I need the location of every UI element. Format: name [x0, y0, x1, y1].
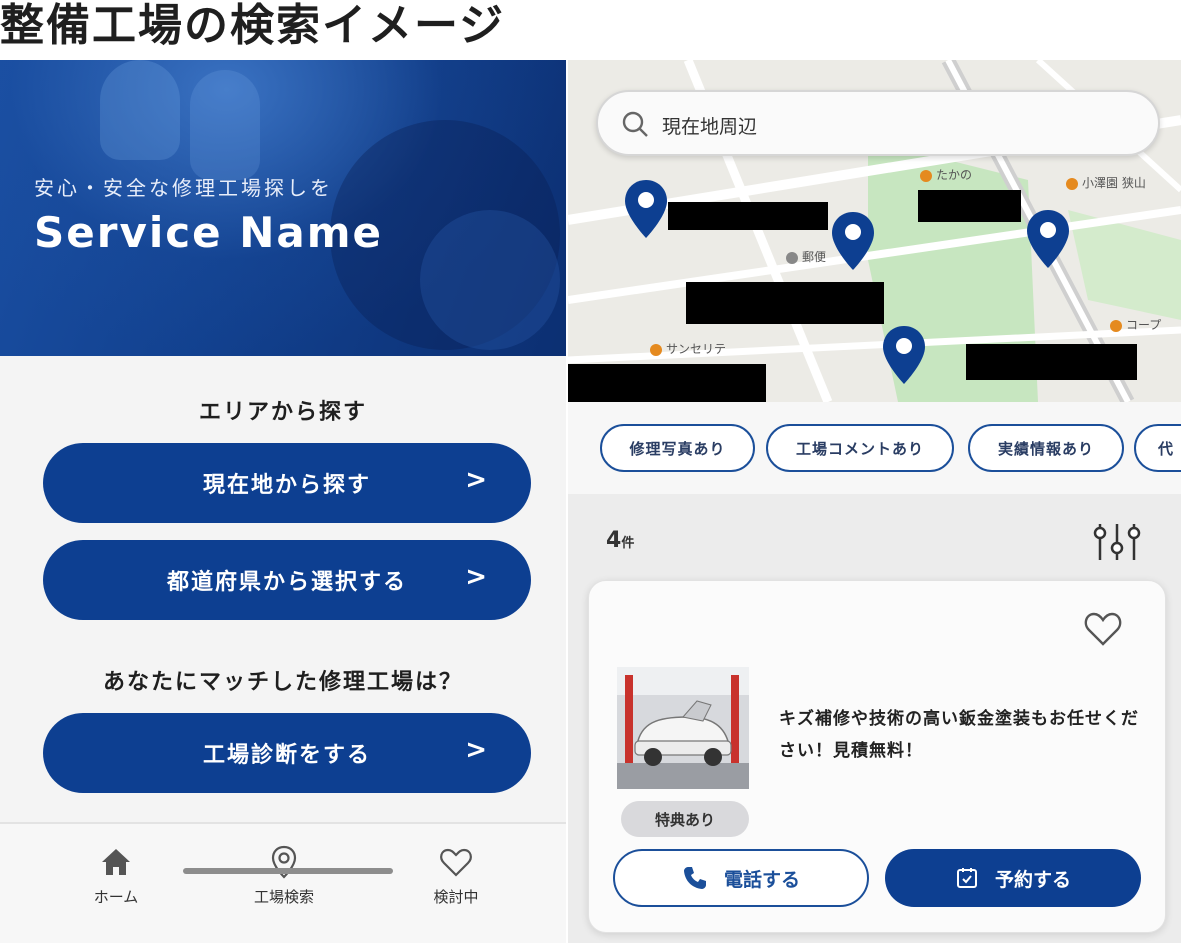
- map-pin-icon[interactable]: [622, 178, 670, 240]
- map-pin-icon[interactable]: [1024, 208, 1072, 270]
- button-label: 都道府県から選択する: [166, 570, 407, 595]
- chevron-right-icon: >: [465, 465, 489, 495]
- poi-marker-icon: [650, 343, 662, 356]
- result-count: 4件: [606, 528, 634, 553]
- poi-marker-icon: [1066, 177, 1078, 190]
- filter-settings-icon[interactable]: [1092, 520, 1142, 564]
- button-label: 現在地から探す: [202, 473, 371, 498]
- search-screen: たかの 小澤園 狭山 郵便 コープ サンセリテ 現在地周辺 修理写真あり 工場コ…: [568, 60, 1181, 943]
- calendar-check-icon: [956, 868, 977, 888]
- poi-marker-icon: [1110, 319, 1122, 332]
- perk-badge: 特典あり: [621, 801, 749, 837]
- tab-home[interactable]: ホーム: [46, 844, 186, 907]
- map-pin-icon[interactable]: [880, 324, 928, 386]
- map-poi: たかの: [920, 166, 972, 183]
- favorite-heart-icon[interactable]: [1083, 611, 1123, 647]
- map-pin-icon[interactable]: [829, 210, 877, 272]
- chip-label: 代: [1158, 439, 1175, 458]
- reserve-label: 予約する: [994, 868, 1071, 891]
- factory-diagnosis-button[interactable]: 工場診断をする >: [43, 713, 531, 793]
- bottom-tab-bar: ホーム 工場検索 検討中: [0, 822, 566, 943]
- redacted-label: [668, 202, 828, 230]
- map-poi: 郵便: [786, 248, 826, 265]
- chip-track-record[interactable]: 実績情報あり: [968, 424, 1124, 472]
- chip-repair-photos[interactable]: 修理写真あり: [600, 424, 755, 472]
- hero-photo-figure: [190, 70, 260, 180]
- chevron-right-icon: >: [465, 562, 489, 592]
- chip-label: 実績情報あり: [997, 439, 1094, 458]
- poi-label: 小澤園 狭山: [1082, 176, 1146, 190]
- poi-label: サンセリテ: [666, 342, 727, 356]
- filter-chip-row: 修理写真あり 工場コメントあり 実績情報あり 代: [568, 402, 1181, 494]
- search-input-text: 現在地周辺: [662, 116, 758, 138]
- redacted-label: [918, 190, 1021, 222]
- poi-label: 郵便: [802, 250, 827, 264]
- hero-photo-figure: [100, 60, 180, 160]
- poi-label: たかの: [936, 168, 973, 182]
- call-button[interactable]: 電話する: [613, 849, 869, 907]
- factory-description: キズ補修や技術の高い鈑金塗装もお任せください！見積無料！: [779, 709, 1139, 761]
- factory-card[interactable]: キズ補修や技術の高い鈑金塗装もお任せください！見積無料！ 特典あり 電話する 予…: [588, 580, 1166, 933]
- redacted-label: [568, 364, 766, 402]
- tab-considering[interactable]: 検討中: [386, 844, 526, 907]
- tab-label: 工場検索: [253, 888, 314, 906]
- tab-label: 検討中: [433, 888, 479, 906]
- search-icon: [622, 111, 648, 137]
- map-poi: 小澤園 狭山: [1066, 174, 1146, 191]
- search-current-location-button[interactable]: 現在地から探す >: [43, 443, 531, 523]
- chevron-right-icon: >: [465, 735, 489, 765]
- phone-icon: [683, 867, 706, 889]
- home-icon: [46, 844, 186, 880]
- map-view[interactable]: たかの 小澤園 狭山 郵便 コープ サンセリテ 現在地周辺: [568, 60, 1181, 402]
- result-count-unit: 件: [621, 536, 635, 551]
- map-poi: サンセリテ: [650, 340, 726, 357]
- button-label: 工場診断をする: [202, 743, 371, 768]
- map-poi: コープ: [1110, 316, 1161, 333]
- post-office-icon: [786, 251, 798, 264]
- chip-factory-comment[interactable]: 工場コメントあり: [766, 424, 954, 472]
- match-heading: あなたにマッチした修理工場は？: [102, 670, 463, 695]
- tab-label: ホーム: [93, 888, 139, 906]
- factory-photo: [617, 667, 749, 789]
- poi-label: コープ: [1126, 318, 1162, 332]
- location-search-input[interactable]: 現在地周辺: [596, 90, 1160, 156]
- tab-factory-search[interactable]: 工場検索: [214, 844, 354, 907]
- result-count-value: 4: [606, 528, 622, 553]
- service-name: Service Name: [34, 208, 383, 257]
- select-prefecture-button[interactable]: 都道府県から選択する >: [43, 540, 531, 620]
- call-label: 電話する: [723, 868, 800, 891]
- area-search-heading: エリアから探す: [198, 400, 367, 425]
- home-screen: 安心・安全な修理工場探しを Service Name エリアから探す 現在地から…: [0, 60, 566, 943]
- chip-partial[interactable]: 代: [1134, 424, 1181, 472]
- poi-marker-icon: [920, 169, 932, 182]
- hero-photo-shadow: [420, 210, 560, 350]
- chip-label: 工場コメントあり: [795, 439, 924, 458]
- heart-icon: [386, 844, 526, 880]
- reserve-button[interactable]: 予約する: [885, 849, 1141, 907]
- hero-banner: 安心・安全な修理工場探しを Service Name: [0, 60, 566, 356]
- chip-label: 修理写真あり: [629, 439, 726, 458]
- redacted-label: [686, 282, 884, 324]
- hero-tagline: 安心・安全な修理工場探しを: [34, 176, 333, 200]
- car-lift-image: [617, 667, 749, 789]
- page-title: 整備工場の検索イメージ: [0, 0, 506, 51]
- map-pin-icon: [214, 844, 354, 880]
- home-indicator: [183, 868, 393, 874]
- redacted-label: [966, 344, 1137, 380]
